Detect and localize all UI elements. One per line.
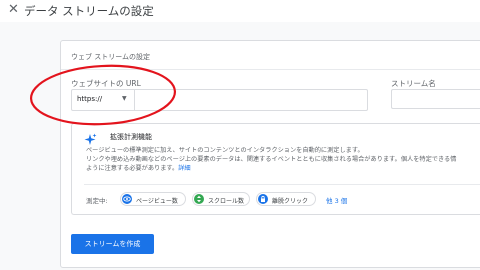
chip-label: 離脱クリック [272, 198, 309, 205]
eye-icon [122, 194, 132, 204]
scroll-icon [194, 194, 204, 204]
close-icon[interactable]: ✕ [8, 2, 19, 18]
chip-page-views: ページビュー数 [120, 192, 186, 206]
chip-scrolls: スクロール数 [192, 192, 250, 206]
enhanced-measurement-title: 拡張計測機能 [110, 133, 152, 141]
chip-label: ページビュー数 [136, 198, 178, 205]
top-bar: ✕ データ ストリームの設定 [0, 0, 480, 22]
card-divider [61, 69, 480, 70]
chevron-down-icon: ▼ [122, 95, 127, 102]
chip-label: スクロール数 [208, 198, 245, 205]
enhanced-measurement-section: 拡張計測機能 ページビューの標準測定に加え、サイトのコンテンツとのインタラクショ… [71, 123, 480, 215]
create-stream-button[interactable]: ストリームを作成 [71, 234, 154, 254]
enhanced-divider [84, 184, 480, 185]
enhanced-description-line: ページビューの標準測定に加え、サイトのコンテンツとのインタラクションを自動的に測… [86, 147, 364, 154]
website-url-input[interactable] [135, 90, 369, 112]
web-stream-settings-card: ウェブ ストリームの設定 ウェブサイトの URL https:// ▼ ストリー… [60, 40, 480, 268]
page-title: データ ストリームの設定 [24, 4, 154, 18]
website-url-label: ウェブサイトの URL [71, 79, 141, 88]
details-link[interactable]: 詳細 [178, 165, 190, 172]
stream-name-label: ストリーム名 [391, 79, 436, 88]
enhanced-description-text: ように注意する必要があります。 [86, 165, 179, 172]
protocol-select[interactable]: https:// ▼ [72, 90, 135, 110]
enhanced-description-line: ように注意する必要があります。詳細 [86, 164, 191, 173]
stream-name-input[interactable] [391, 89, 480, 109]
sparkle-icon [84, 133, 97, 145]
measuring-label: 測定中: [86, 197, 108, 205]
website-url-field: https:// ▼ [71, 89, 369, 112]
card-title: ウェブ ストリームの設定 [71, 53, 151, 61]
enhanced-description-line: リンクや埋め込み動画などのページ上の要素のデータは、関連するイベントとともに収集… [86, 156, 457, 163]
protocol-value: https:// [77, 95, 103, 103]
more-measurements-link[interactable]: 他 3 個 [326, 195, 347, 205]
chip-outbound-clicks: 離脱クリック [256, 192, 316, 206]
lock-icon [258, 194, 268, 204]
